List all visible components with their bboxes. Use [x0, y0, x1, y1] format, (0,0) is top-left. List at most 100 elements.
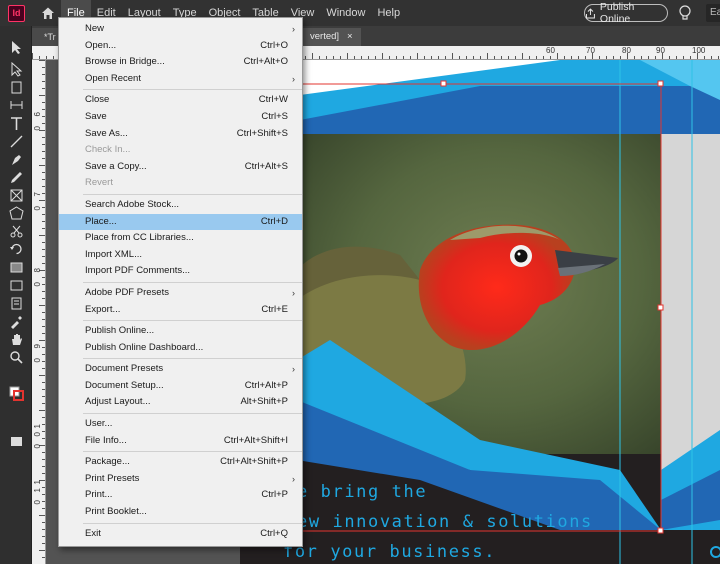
menu-item-open-recent[interactable]: Open Recent › — [59, 71, 302, 88]
brochure-text-line-3[interactable]: for your business. — [283, 542, 496, 562]
rectangle-tool-icon[interactable] — [9, 206, 24, 221]
menu-item-close[interactable]: Close Ctrl+W — [59, 92, 302, 109]
menu-item-label: Print... — [85, 489, 113, 501]
menu-item-label: Browse in Bridge... — [85, 56, 165, 68]
brochure-text-line-2[interactable]: ew innovation & solutions — [297, 512, 593, 532]
publish-online-label: Publish Online — [599, 1, 635, 25]
eyedropper-tool-icon[interactable] — [9, 314, 24, 329]
menu-item-package[interactable]: Package... Ctrl+Alt+Shift+P — [59, 454, 302, 471]
menu-item-place-from-cc-libraries[interactable]: Place from CC Libraries... — [59, 230, 302, 247]
pen-tool-icon[interactable] — [9, 152, 24, 167]
menu-item-document-presets[interactable]: Document Presets › — [59, 361, 302, 378]
menu-item-new[interactable]: New › — [59, 21, 302, 38]
ruler-label: 1 — [33, 488, 42, 493]
ruler-label: 0 — [33, 282, 42, 287]
line-tool-icon[interactable] — [9, 134, 24, 149]
search-field[interactable]: Ea — [706, 4, 720, 22]
menu-item-print[interactable]: Print... Ctrl+P — [59, 487, 302, 504]
menu-item-place[interactable]: Place... Ctrl+D — [59, 213, 302, 231]
scissors-tool-icon[interactable] — [9, 224, 24, 239]
menu-item-label: File Info... — [85, 434, 127, 446]
menu-item-adjust-layout[interactable]: Adjust Layout... Alt+Shift+P — [59, 394, 302, 411]
menu-item-label: Save — [85, 110, 107, 122]
ruler-label: 70 — [586, 46, 595, 55]
menu-item-label: Revert — [85, 177, 113, 189]
menu-help[interactable]: Help — [371, 0, 406, 26]
menu-item-shortcut: Ctrl+Alt+P — [244, 379, 288, 391]
free-transform-tool-icon[interactable] — [9, 242, 24, 257]
menu-item-save[interactable]: Save Ctrl+S — [59, 109, 302, 126]
menu-item-label: Search Adobe Stock... — [85, 198, 180, 210]
type-tool-icon[interactable] — [9, 116, 24, 131]
tools-panel — [0, 26, 32, 564]
rectangle-frame-tool-icon[interactable] — [9, 188, 24, 203]
menu-item-adobe-pdf-presets[interactable]: Adobe PDF Presets › — [59, 285, 302, 302]
chevron-right-icon: › — [292, 364, 295, 375]
ruler-label: 0 — [33, 500, 42, 505]
gradient-swatch-tool-icon[interactable] — [9, 260, 24, 275]
ruler-label: 1 — [33, 480, 42, 485]
ruler-label: 60 — [546, 46, 555, 55]
menu-item-browse-in-bridge[interactable]: Browse in Bridge... Ctrl+Alt+O — [59, 54, 302, 71]
menu-item-open[interactable]: Open... Ctrl+O — [59, 38, 302, 55]
menu-separator — [83, 451, 302, 453]
pencil-tool-icon[interactable] — [9, 170, 24, 185]
fill-stroke-icon[interactable] — [9, 386, 24, 401]
share-icon — [585, 7, 595, 18]
menu-item-export[interactable]: Export... Ctrl+E — [59, 302, 302, 319]
menu-item-label: Print Presets — [85, 472, 140, 484]
hand-tool-icon[interactable] — [9, 332, 24, 347]
menu-item-print-presets[interactable]: Print Presets › — [59, 471, 302, 488]
zoom-tool-icon[interactable] — [9, 350, 24, 365]
menu-item-print-booklet[interactable]: Print Booklet... — [59, 504, 302, 521]
menu-item-save-a-copy[interactable]: Save a Copy... Ctrl+Alt+S — [59, 159, 302, 176]
selection-tool-icon[interactable] — [9, 40, 24, 55]
menu-item-label: Open Recent — [85, 72, 141, 84]
note-tool-icon[interactable] — [9, 296, 24, 311]
menu-item-document-setup[interactable]: Document Setup... Ctrl+Alt+P — [59, 378, 302, 395]
close-icon[interactable]: × — [347, 28, 353, 46]
menu-item-import-pdf-comments[interactable]: Import PDF Comments... — [59, 263, 302, 280]
menu-item-search-adobe-stock[interactable]: Search Adobe Stock... — [59, 197, 302, 214]
app-icon: Id — [8, 4, 25, 22]
menu-item-label: Close — [85, 94, 110, 106]
menu-item-shortcut: Ctrl+Alt+O — [243, 56, 288, 68]
menu-item-label: Save As... — [85, 127, 128, 139]
menu-separator — [83, 193, 302, 195]
menu-item-label: Open... — [85, 39, 117, 51]
menu-item-label: Adobe PDF Presets — [85, 286, 169, 298]
menu-item-publish-online-dashboard[interactable]: Publish Online Dashboard... — [59, 340, 302, 357]
gradient-feather-tool-icon[interactable] — [9, 278, 24, 293]
menu-item-shortcut: Ctrl+Shift+S — [236, 127, 288, 139]
chevron-right-icon: › — [292, 24, 295, 34]
vertical-ruler: 6 0 7 0 8 0 9 0 1 0 0 1 1 0 — [32, 60, 46, 564]
menu-separator — [83, 522, 302, 524]
menu-item-shortcut: Ctrl+E — [261, 303, 288, 315]
menu-item-exit[interactable]: Exit Ctrl+Q — [59, 526, 302, 543]
publish-online-button[interactable]: Publish Online — [584, 1, 668, 25]
menu-item-file-info[interactable]: File Info... Ctrl+Alt+Shift+I — [59, 433, 302, 450]
page-tool-icon[interactable] — [9, 80, 24, 95]
brochure-text-line-1[interactable]: e bring the — [297, 482, 427, 502]
gap-tool-icon[interactable] — [9, 98, 24, 113]
menu-item-import-xml[interactable]: Import XML... — [59, 247, 302, 264]
direct-selection-tool-icon[interactable] — [9, 62, 24, 77]
lightbulb-icon[interactable] — [678, 4, 692, 22]
menu-item-user[interactable]: User... — [59, 416, 302, 433]
menu-item-publish-online[interactable]: Publish Online... — [59, 323, 302, 340]
document-tab-active[interactable]: verted] × — [302, 28, 361, 46]
menu-item-label: Document Presets — [85, 363, 164, 375]
menu-item-label: Package... — [85, 456, 130, 468]
screen-mode-icon[interactable] — [9, 434, 24, 449]
ruler-label: 0 — [33, 206, 42, 211]
document-tab-label: verted] — [310, 31, 340, 42]
menu-window[interactable]: Window — [320, 0, 371, 26]
menu-item-label: New — [85, 23, 105, 34]
menu-item-shortcut: Ctrl+Q — [260, 527, 288, 539]
ruler-label: 8 — [33, 268, 42, 273]
menu-item-save-as[interactable]: Save As... Ctrl+Shift+S — [59, 126, 302, 143]
ruler-label: 6 — [33, 112, 42, 117]
chevron-right-icon: › — [292, 473, 295, 484]
home-icon[interactable] — [41, 6, 55, 20]
menu-item-check-in: Check In... — [59, 142, 302, 159]
